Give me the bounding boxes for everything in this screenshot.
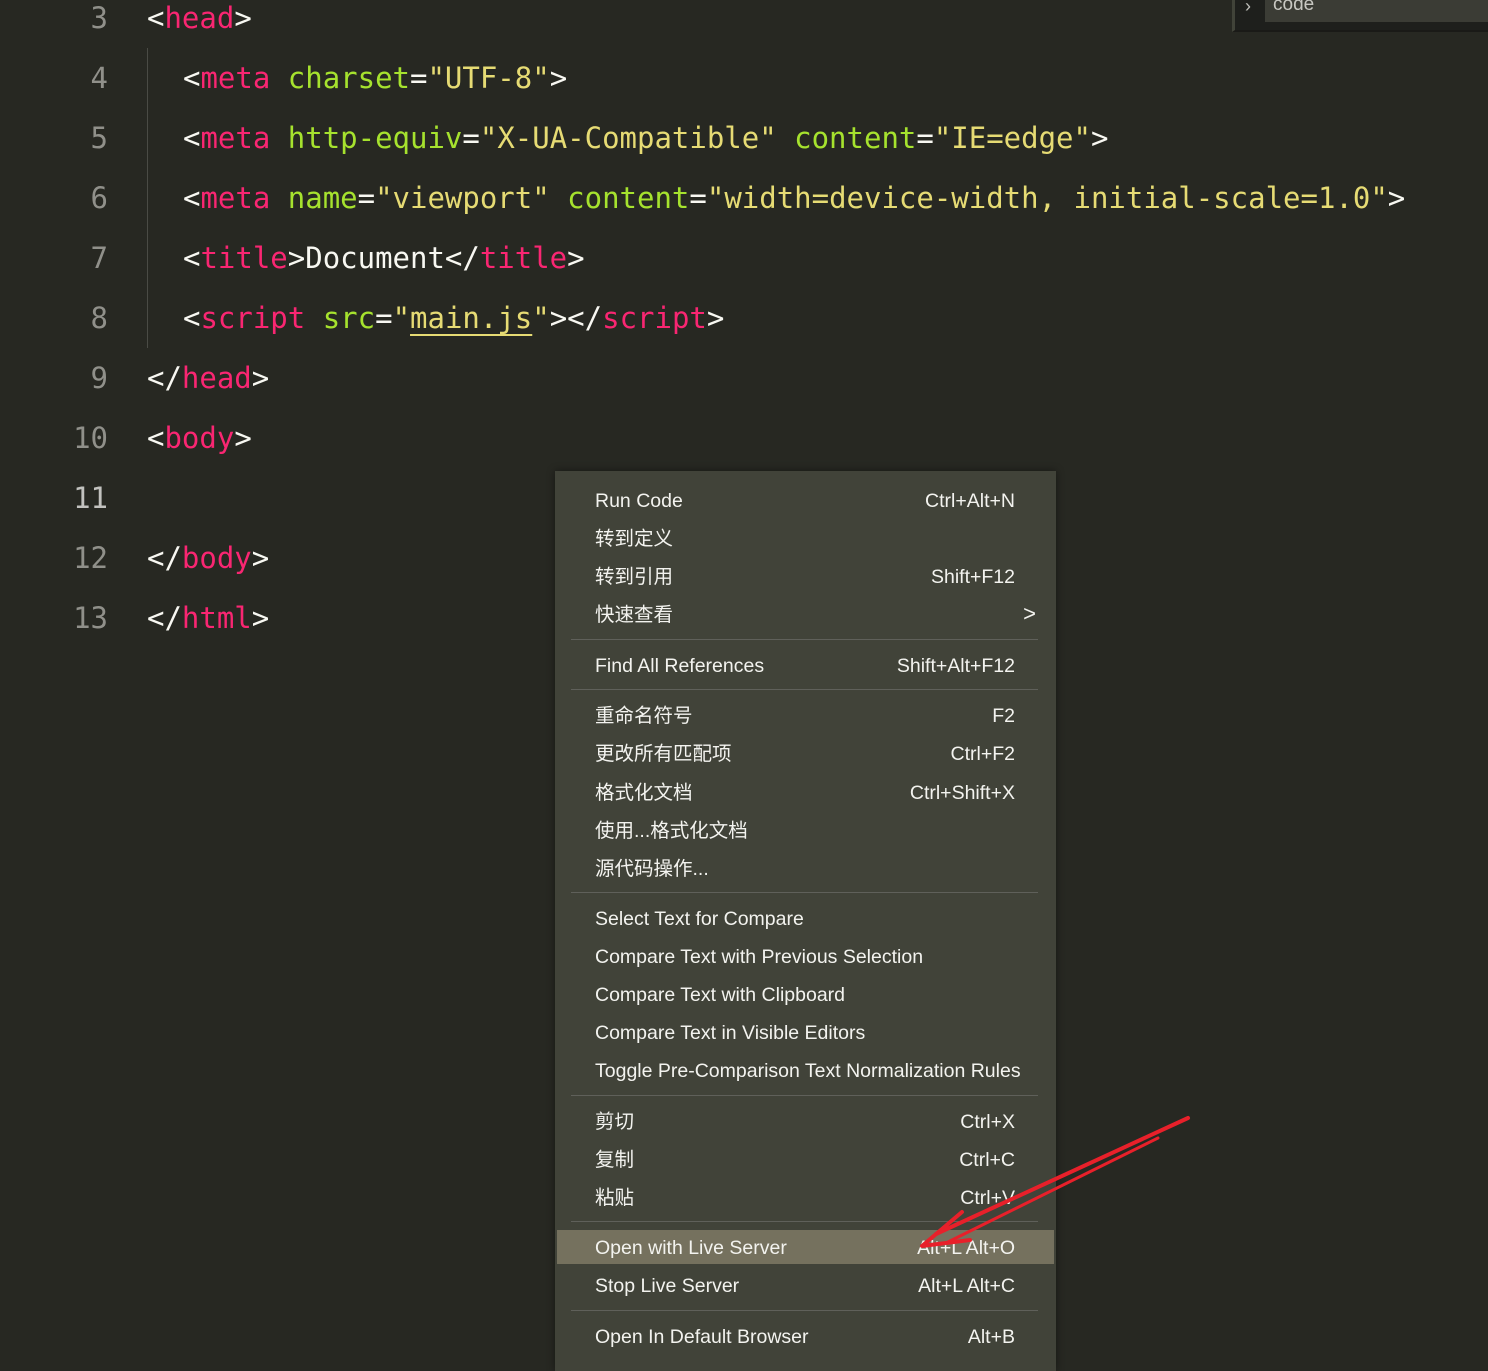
code-line[interactable]: 4 <meta charset="UTF-8"> — [0, 58, 1488, 118]
menu-item-run-code[interactable]: Run Code Ctrl+Alt+N — [555, 483, 1056, 517]
menu-item-open-in-default-browser[interactable]: Open In Default Browser Alt+B — [555, 1319, 1056, 1353]
line-number: 8 — [90, 301, 108, 335]
chevron-right-icon: › — [1245, 0, 1251, 16]
menu-item-format-document-with[interactable]: 使用...格式化文档 — [555, 813, 1056, 847]
menu-item-go-to-definition[interactable]: 转到定义 — [555, 521, 1056, 555]
file-link[interactable]: main.js — [410, 301, 532, 335]
code-line[interactable]: 5 <meta http-equiv="X-UA-Compatible" con… — [0, 118, 1488, 178]
line-number: 9 — [90, 361, 108, 395]
code-line[interactable]: 8 <script src="main.js"></script> — [0, 298, 1488, 358]
chevron-right-icon: > — [1023, 601, 1036, 626]
code-text: </body> — [147, 541, 270, 575]
line-number: 13 — [73, 601, 108, 635]
menu-item-stop-live-server[interactable]: Stop Live Server Alt+L Alt+C — [555, 1268, 1056, 1302]
line-number: 10 — [73, 421, 108, 455]
breadcrumb: › code — [1232, 0, 1488, 32]
code-line[interactable]: 9 </head> — [0, 358, 1488, 418]
menu-separator — [571, 689, 1038, 690]
code-text: <meta charset="UTF-8"> — [183, 61, 568, 95]
line-number: 12 — [73, 541, 108, 575]
menu-item-find-all-references[interactable]: Find All References Shift+Alt+F12 — [555, 648, 1056, 682]
code-line[interactable]: 10 <body> — [0, 418, 1488, 478]
breadcrumb-item-code[interactable]: code — [1265, 0, 1488, 22]
menu-item-select-text-for-compare[interactable]: Select Text for Compare — [555, 901, 1056, 935]
menu-item-source-action[interactable]: 源代码操作... — [555, 851, 1056, 885]
menu-item-rename-symbol[interactable]: 重命名符号 F2 — [555, 698, 1056, 732]
line-number: 11 — [73, 481, 108, 515]
code-text: <head> — [147, 1, 252, 35]
menu-item-peek[interactable]: 快速查看 > — [555, 597, 1056, 631]
line-number: 4 — [90, 61, 108, 95]
code-text: <script src="main.js"></script> — [183, 301, 725, 335]
menu-separator — [571, 639, 1038, 640]
line-number: 7 — [90, 241, 108, 275]
annotation-arrow-icon — [920, 1116, 1190, 1248]
menu-separator — [571, 892, 1038, 893]
line-number: 6 — [90, 181, 108, 215]
code-text: </head> — [147, 361, 270, 395]
menu-separator — [571, 1310, 1038, 1311]
menu-item-compare-visible-editors[interactable]: Compare Text in Visible Editors — [555, 1015, 1056, 1049]
code-text: <meta http-equiv="X-UA-Compatible" conte… — [183, 121, 1109, 155]
code-text: <meta name="viewport" content="width=dev… — [183, 181, 1406, 215]
code-text: <body> — [147, 421, 252, 455]
menu-item-format-document[interactable]: 格式化文档 Ctrl+Shift+X — [555, 775, 1056, 809]
menu-item-toggle-normalization-rules[interactable]: Toggle Pre-Comparison Text Normalization… — [555, 1053, 1056, 1087]
menu-item-compare-with-clipboard[interactable]: Compare Text with Clipboard — [555, 977, 1056, 1011]
line-number: 5 — [90, 121, 108, 155]
code-text: <title>Document</title> — [183, 241, 585, 275]
code-line[interactable]: 6 <meta name="viewport" content="width=d… — [0, 178, 1488, 238]
line-number: 3 — [90, 1, 108, 35]
menu-item-compare-with-previous[interactable]: Compare Text with Previous Selection — [555, 939, 1056, 973]
code-text: </html> — [147, 601, 270, 635]
menu-separator — [571, 1095, 1038, 1096]
menu-item-go-to-references[interactable]: 转到引用 Shift+F12 — [555, 559, 1056, 593]
code-line[interactable]: 7 <title>Document</title> — [0, 238, 1488, 298]
menu-item-change-all-occurrences[interactable]: 更改所有匹配项 Ctrl+F2 — [555, 736, 1056, 770]
